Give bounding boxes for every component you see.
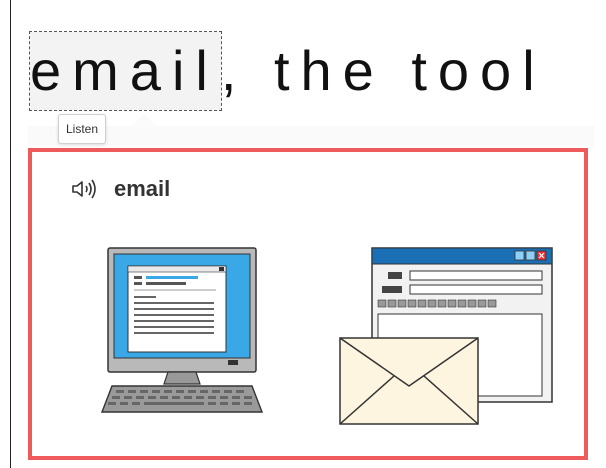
computer-illustration [100,247,264,413]
word-row: email [70,176,170,202]
reading-text-rest: , the tool [220,39,546,102]
picture-dictionary-card: email [28,148,588,460]
window-left-border [10,0,11,468]
listen-tooltip: Listen [58,114,107,144]
popup-header-strip [28,126,594,146]
selected-word[interactable]: email [29,31,222,111]
envelope-illustration [339,337,479,425]
reading-text: email, the tool [29,31,546,111]
speaker-icon[interactable] [70,178,100,200]
card-word: email [114,176,171,201]
